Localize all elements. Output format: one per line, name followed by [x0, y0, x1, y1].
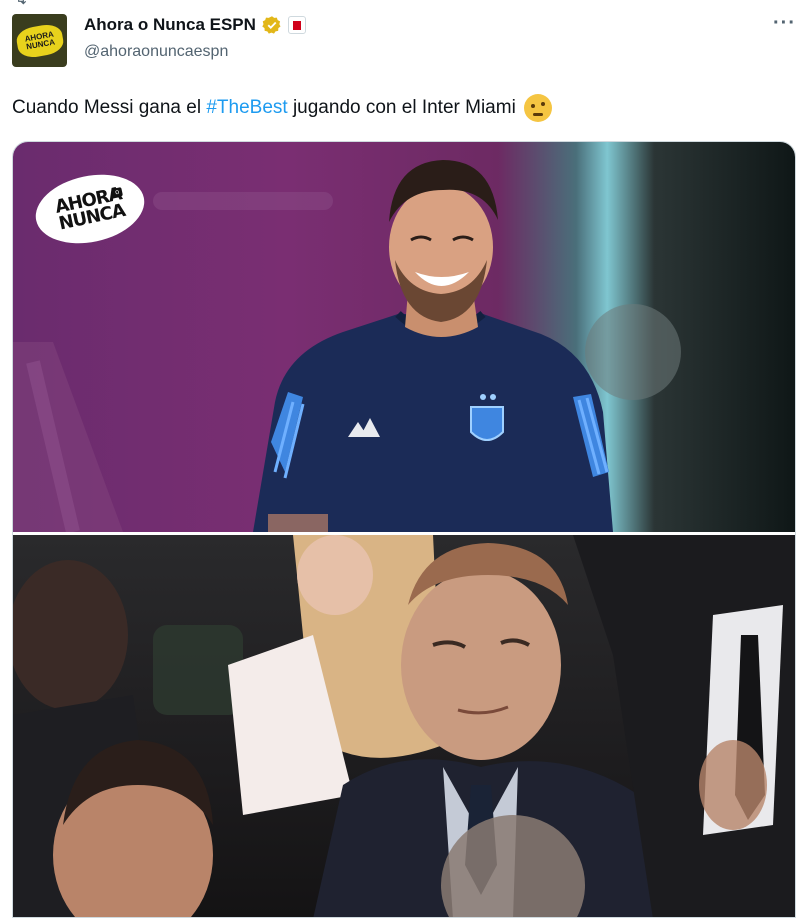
avatar[interactable]: AHORA NUNCA — [12, 14, 67, 67]
author-name-row: Ahora o Nunca ESPN — [84, 15, 306, 35]
repost-indicator — [14, 0, 36, 6]
raised-eyebrow-emoji-icon — [523, 94, 552, 122]
verified-badge-icon[interactable] — [262, 15, 282, 35]
author-handle[interactable]: @ahoraonuncaespn — [84, 43, 228, 61]
tweet-media[interactable]: AHORA NUNCA o — [12, 141, 796, 918]
tweet-text: Cuando Messi gana el #TheBest jugando co… — [12, 94, 552, 122]
tweet-text-before: Cuando Messi gana el — [12, 97, 207, 118]
tweet-text-after: jugando con el Inter Miami — [287, 97, 516, 118]
audience-photo — [13, 535, 795, 917]
media-panel-messi[interactable]: AHORA NUNCA o — [13, 142, 795, 532]
affiliate-badge-icon[interactable] — [287, 16, 306, 34]
avatar-logo-text: AHORA NUNCA — [23, 29, 56, 51]
media-panel-audience[interactable] — [13, 535, 795, 917]
avatar-logo: AHORA NUNCA — [14, 21, 65, 60]
repost-icon — [18, 0, 27, 5]
hashtag-link[interactable]: #TheBest — [206, 97, 287, 119]
more-options-icon[interactable]: ··· — [773, 12, 796, 35]
author-display-name[interactable]: Ahora o Nunca ESPN — [84, 15, 256, 35]
